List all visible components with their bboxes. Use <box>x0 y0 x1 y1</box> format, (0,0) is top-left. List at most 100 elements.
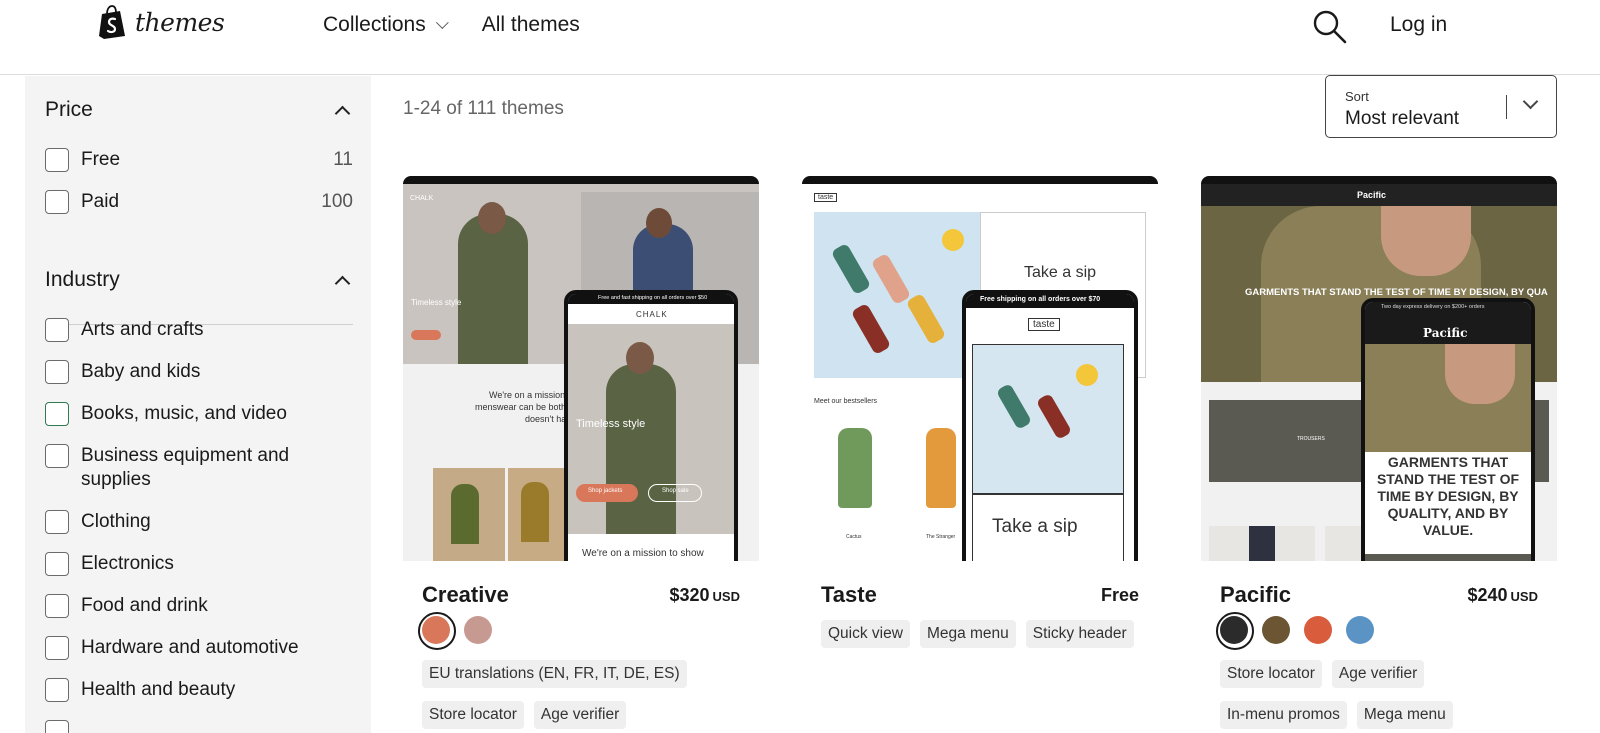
divider <box>1506 95 1507 119</box>
preview-brand: Pacific <box>1357 190 1387 200</box>
style-swatch[interactable] <box>418 612 456 650</box>
price-currency: USD <box>1510 589 1538 604</box>
filter-option-label: Hardware and automotive <box>81 637 299 658</box>
theme-name[interactable]: Pacific <box>1220 582 1291 608</box>
sort-value: Most relevant <box>1345 108 1460 129</box>
feature-tag: Mega menu <box>919 620 1016 648</box>
theme-card-taste: Free shipping on all orders over $70 tas… <box>802 176 1158 733</box>
checkbox[interactable] <box>45 318 69 342</box>
feature-tag: EU translations (EN, FR, IT, DE, ES) <box>422 660 687 688</box>
checkbox[interactable] <box>45 594 69 618</box>
theme-preview-creative[interactable]: CHALK Timeless style We're on a mission … <box>403 176 759 561</box>
style-swatch[interactable] <box>464 616 492 644</box>
checkbox[interactable] <box>45 444 69 468</box>
theme-card-creative: CHALK Timeless style We're on a mission … <box>403 176 759 733</box>
theme-price: Free <box>1100 585 1139 605</box>
preview-hero-text: GARMENTS THAT STAND THE TEST OF TIME BY … <box>1245 287 1548 298</box>
filter-option-count: 11 <box>333 149 353 170</box>
site-header: themes Collections All themes Log in <box>0 0 1600 75</box>
filter-option-count: 100 <box>321 191 353 212</box>
chevron-down-icon <box>435 15 449 29</box>
phone-hero-text: Timeless style <box>576 418 646 430</box>
preview-mission: menswear can be both g <box>475 402 574 412</box>
chevron-down-icon <box>1522 93 1539 110</box>
filter-option-label: Arts and crafts <box>81 319 204 340</box>
theme-name[interactable]: Creative <box>422 582 509 608</box>
filter-option-electronics[interactable]: Electronics <box>45 552 353 576</box>
filter-option-arts-and-crafts[interactable]: Arts and crafts <box>45 318 353 342</box>
industry-facet-toggle[interactable]: Industry <box>45 268 353 292</box>
filter-option-partial[interactable] <box>45 720 353 733</box>
filter-option-health-beauty[interactable]: Health and beauty <box>45 678 353 702</box>
price-amount: $320 <box>669 585 710 605</box>
style-swatches <box>418 612 506 650</box>
theme-card-pacific: Pacific GARMENTS THAT STAND THE TEST OF … <box>1201 176 1557 733</box>
phone-mission: We're on a mission to show <box>582 548 704 559</box>
theme-name[interactable]: Taste <box>821 582 877 608</box>
product-figure <box>1249 526 1275 561</box>
search-icon[interactable] <box>1312 9 1348 45</box>
style-swatch[interactable] <box>1216 612 1254 650</box>
shopify-themes-logo[interactable]: themes <box>98 5 225 39</box>
checkbox[interactable] <box>45 510 69 534</box>
filter-option-label: Books, music, and video <box>81 403 287 424</box>
feature-tag: Store locator <box>422 701 524 729</box>
product-bottle <box>926 428 956 508</box>
checkbox[interactable] <box>45 720 69 733</box>
phone-topbar-text: Two day express delivery on $200+ orders <box>1381 304 1485 310</box>
filter-option-clothing[interactable]: Clothing <box>45 510 353 534</box>
filter-option-label: Paid <box>81 191 120 212</box>
product-bottle <box>838 428 872 508</box>
filter-option-label: Free <box>81 149 121 170</box>
checkbox[interactable] <box>45 636 69 660</box>
filter-option-label: Health and beauty <box>81 679 236 700</box>
theme-preview-taste[interactable]: Free shipping on all orders over $70 tas… <box>802 176 1158 561</box>
product-name: Cactus <box>846 534 862 540</box>
filter-option-label: Electronics <box>81 553 174 574</box>
filter-option-food-and-drink[interactable]: Food and drink <box>45 594 353 618</box>
checkbox[interactable] <box>45 360 69 384</box>
shopify-bag-icon <box>99 5 125 39</box>
login-link[interactable]: Log in <box>1390 13 1447 37</box>
theme-preview-pacific[interactable]: Pacific GARMENTS THAT STAND THE TEST OF … <box>1201 176 1557 561</box>
preview-brand: CHALK <box>410 195 434 202</box>
filter-option-baby-and-kids[interactable]: Baby and kids <box>45 360 353 384</box>
preview-trousers: TROUSERS <box>1297 436 1325 442</box>
face-photo <box>1381 206 1471 276</box>
preview-phone: Free and fast shipping on all orders ove… <box>564 290 738 561</box>
checkbox[interactable] <box>45 148 69 172</box>
checkbox[interactable] <box>45 402 69 426</box>
preview-brand: taste <box>814 193 838 202</box>
nav-collections[interactable]: Collections <box>323 13 449 37</box>
theme-price: $320 USD <box>670 585 741 606</box>
filter-option-label: Food and drink <box>81 595 208 616</box>
preview-phone: Free shipping on all orders over $70 tas… <box>962 290 1138 561</box>
style-swatch[interactable] <box>1346 616 1374 644</box>
filter-option-books-music-video[interactable]: Books, music, and video <box>45 402 353 426</box>
feature-tag: Mega menu <box>1356 701 1453 729</box>
price-facet-toggle[interactable]: Price <box>45 98 353 122</box>
sort-dropdown[interactable]: Sort Most relevant <box>1325 75 1557 138</box>
checkbox[interactable] <box>45 678 69 702</box>
logo-text: themes <box>135 7 225 37</box>
checkbox[interactable] <box>45 552 69 576</box>
phone-hero-text: GARMENTS THAT STAND THE TEST OF TIME BY … <box>1376 454 1520 538</box>
filter-option-business-equipment[interactable]: Business equipment and supplies <box>45 444 353 492</box>
style-swatch[interactable] <box>1262 616 1290 644</box>
filter-option-paid[interactable]: Paid 100 <box>45 190 353 214</box>
product-name: The Stranger <box>926 534 956 540</box>
price-currency: USD <box>712 589 740 604</box>
nav-all-themes[interactable]: All themes <box>482 13 580 37</box>
feature-tag: Age verifier <box>1331 660 1425 688</box>
chevron-up-icon <box>334 105 351 121</box>
feature-tag: Quick view <box>821 620 910 648</box>
main-nav: Collections All themes <box>323 13 580 37</box>
product-figure <box>451 484 479 544</box>
preview-button <box>411 330 441 340</box>
filter-option-free[interactable]: Free 11 <box>45 148 353 172</box>
price-facet-title: Price <box>45 98 93 121</box>
filter-option-hardware-automotive[interactable]: Hardware and automotive <box>45 636 353 660</box>
phone-hero-text: Take a sip <box>992 516 1078 537</box>
checkbox[interactable] <box>45 190 69 214</box>
style-swatch[interactable] <box>1304 616 1332 644</box>
